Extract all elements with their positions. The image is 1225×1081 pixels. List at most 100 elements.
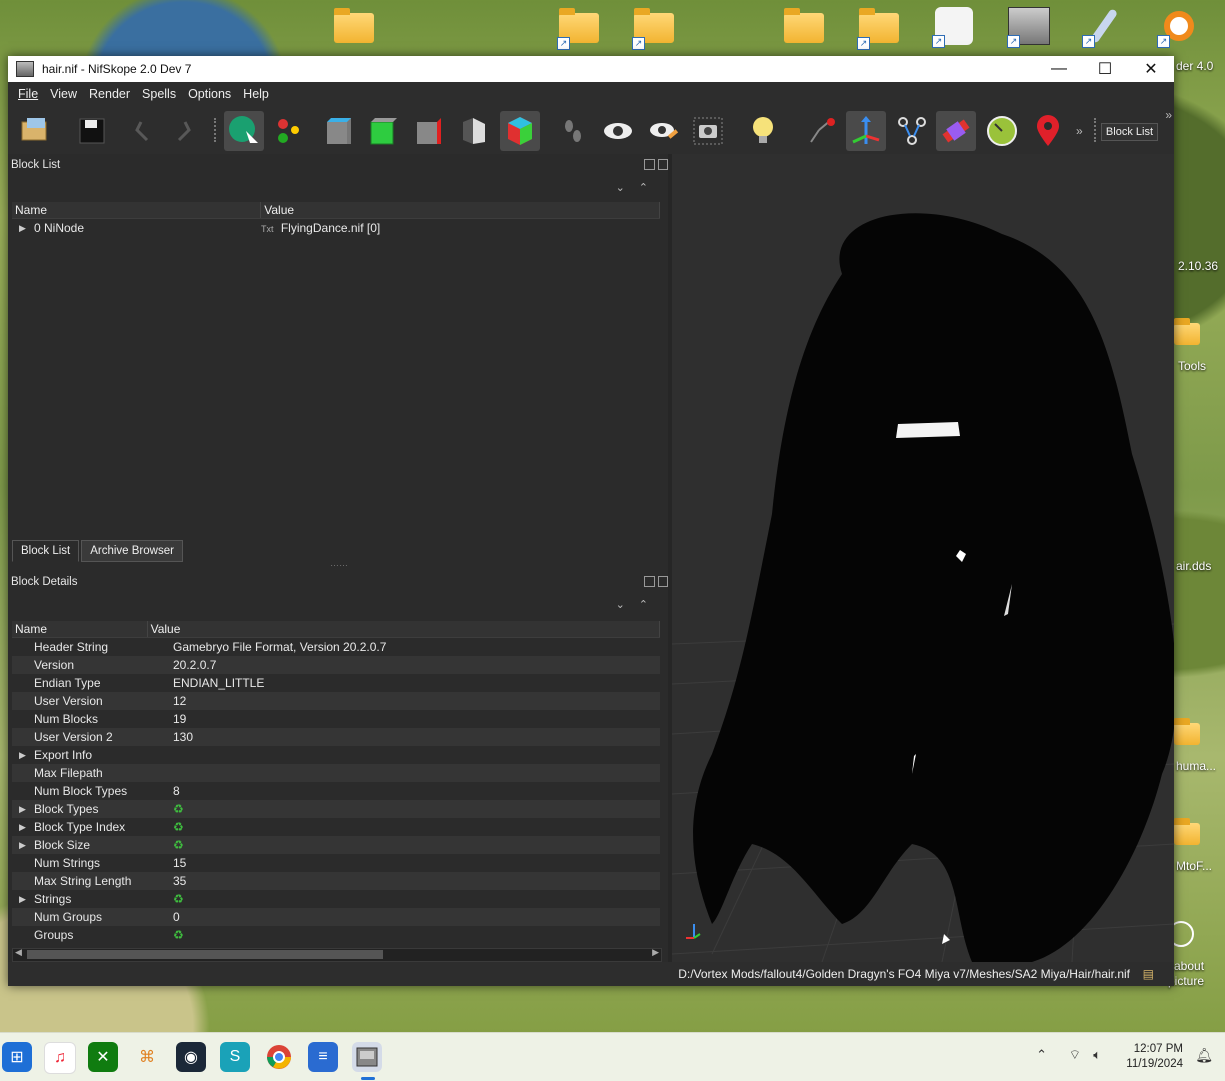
desktop-label[interactable]: air.dds bbox=[1176, 559, 1211, 573]
desktop-label[interactable]: huma... bbox=[1176, 759, 1216, 773]
table-row[interactable]: Num Strings 15 bbox=[12, 854, 660, 872]
close-panel-icon[interactable] bbox=[657, 159, 668, 170]
redo-icon[interactable] bbox=[164, 111, 204, 151]
walk-mode-icon[interactable] bbox=[554, 111, 594, 151]
menu-view[interactable]: View bbox=[44, 87, 83, 101]
view-side-icon[interactable] bbox=[364, 111, 404, 151]
table-row[interactable]: User Version 2 130 bbox=[12, 728, 660, 746]
table-row[interactable]: Version 20.2.0.7 bbox=[12, 656, 660, 674]
table-row[interactable]: Max Filepath bbox=[12, 764, 660, 782]
viewport-canvas[interactable] bbox=[672, 154, 1174, 962]
desktop-label[interactable]: der 4.0 bbox=[1176, 59, 1213, 73]
horizontal-scrollbar[interactable]: ◀ ▶ bbox=[12, 947, 662, 962]
table-row[interactable]: ▶ Block Types ♻ bbox=[12, 800, 660, 818]
splitter-handle[interactable]: …… bbox=[330, 558, 348, 568]
show-nodes-icon[interactable] bbox=[892, 111, 932, 151]
table-row[interactable]: ▶ Strings ♻ bbox=[12, 890, 660, 908]
render-viewport[interactable] bbox=[672, 154, 1174, 962]
desktop-label[interactable]: MtoF... bbox=[1176, 859, 1212, 873]
desktop-folder-icon[interactable] bbox=[1172, 314, 1202, 354]
desktop-folder-icon[interactable] bbox=[1172, 714, 1202, 754]
select-vertex-icon[interactable] bbox=[270, 111, 310, 151]
table-row[interactable]: Endian Type ENDIAN_LITTLE bbox=[12, 674, 660, 692]
title-bar[interactable]: hair.nif - NifSkope 2.0 Dev 7 — ☐ ✕ bbox=[8, 56, 1174, 82]
scroll-right-icon[interactable]: ▶ bbox=[652, 947, 659, 958]
column-header-name[interactable]: Name bbox=[12, 621, 148, 637]
toolbar-grip[interactable] bbox=[214, 118, 219, 142]
edit-visibility-eye-icon[interactable] bbox=[644, 111, 684, 151]
table-row[interactable]: Num Groups 0 bbox=[12, 908, 660, 926]
scrollbar-thumb[interactable] bbox=[27, 950, 383, 959]
volume-icon[interactable]: 🔈︎ bbox=[1093, 1047, 1101, 1063]
chrome-icon[interactable] bbox=[264, 1042, 294, 1072]
desktop-folder-icon[interactable] bbox=[330, 8, 378, 48]
tab-block-list[interactable]: Block List bbox=[12, 540, 80, 562]
menu-spells[interactable]: Spells bbox=[136, 87, 182, 101]
view-user-icon[interactable] bbox=[500, 111, 540, 151]
hair-mesh[interactable] bbox=[693, 213, 1174, 962]
toolbar-overflow-icon[interactable]: » bbox=[1076, 124, 1083, 138]
table-row[interactable]: Max String Length 35 bbox=[12, 872, 660, 890]
select-object-icon[interactable] bbox=[224, 111, 264, 151]
expand-arrow-icon[interactable]: ▶ bbox=[19, 836, 26, 854]
screenshot-camera-icon[interactable] bbox=[688, 111, 728, 151]
float-icon[interactable] bbox=[644, 576, 655, 587]
xbox-icon[interactable]: ✕ bbox=[88, 1042, 118, 1072]
nifskope-taskbar-icon[interactable] bbox=[352, 1042, 382, 1072]
show-collision-icon[interactable] bbox=[936, 111, 976, 151]
close-button[interactable]: ✕ bbox=[1128, 56, 1174, 82]
table-row[interactable]: ▶ 0 NiNode Txt FlyingDance.nif [0] bbox=[12, 219, 660, 237]
table-row[interactable]: ▶ Export Info bbox=[12, 746, 660, 764]
table-row[interactable]: ▶ Block Size ♻ bbox=[12, 836, 660, 854]
collapse-expand-all-icon[interactable]: ⌄⌃ bbox=[616, 181, 662, 194]
block-list-toolbar-button[interactable]: Block List bbox=[1100, 123, 1158, 141]
show-hidden-icons-chevron-icon[interactable]: ⌃ bbox=[1036, 1047, 1047, 1063]
clock[interactable]: 12:07 PM 11/19/2024 bbox=[1126, 1042, 1183, 1072]
minimize-button[interactable]: — bbox=[1036, 56, 1082, 82]
view-perspective-icon[interactable] bbox=[454, 111, 494, 151]
float-icon[interactable] bbox=[644, 159, 655, 170]
notification-bell-icon[interactable]: 🔔︎ bbox=[1195, 1047, 1213, 1064]
table-row[interactable]: Num Blocks 19 bbox=[12, 710, 660, 728]
open-file-icon[interactable] bbox=[16, 111, 56, 151]
desktop-app-shortcut-icon[interactable]: ↗ bbox=[930, 6, 978, 48]
itunes-icon[interactable]: ♫ bbox=[44, 1042, 76, 1074]
table-row[interactable]: Num Block Types 8 bbox=[12, 782, 660, 800]
desktop-label[interactable]: 2.10.36 bbox=[1178, 259, 1218, 273]
expand-arrow-icon[interactable]: ▶ bbox=[19, 219, 26, 237]
lighting-bulb-icon[interactable] bbox=[744, 111, 784, 151]
menu-file[interactable]: File bbox=[12, 87, 44, 101]
desktop-folder-shortcut-icon[interactable]: ↗ bbox=[855, 8, 903, 50]
scroll-left-icon[interactable]: ◀ bbox=[15, 947, 22, 958]
show-axes-pin-icon[interactable] bbox=[802, 111, 842, 151]
desktop-folder-shortcut-icon[interactable]: ↗ bbox=[555, 8, 603, 50]
menu-help[interactable]: Help bbox=[237, 87, 275, 101]
expand-arrow-icon[interactable]: ▶ bbox=[19, 818, 26, 836]
save-file-icon[interactable] bbox=[72, 111, 112, 151]
notepad-icon[interactable]: ≡ bbox=[308, 1042, 338, 1072]
view-front-icon[interactable] bbox=[320, 111, 360, 151]
view-back-icon[interactable] bbox=[410, 111, 450, 151]
expand-arrow-icon[interactable]: ▶ bbox=[19, 890, 26, 908]
panel-float-close-buttons[interactable] bbox=[644, 159, 668, 170]
tab-archive-browser[interactable]: Archive Browser bbox=[81, 540, 183, 562]
steam-icon[interactable]: ◉ bbox=[176, 1042, 206, 1072]
expand-arrow-icon[interactable]: ▶ bbox=[19, 746, 26, 764]
show-markers-pin-icon[interactable] bbox=[1028, 111, 1068, 151]
collapse-expand-all-icon[interactable]: ⌄⌃ bbox=[616, 598, 662, 611]
desktop-label[interactable]: Tools bbox=[1178, 359, 1206, 373]
folder-icon[interactable]: ▤ bbox=[1143, 967, 1154, 981]
undo-icon[interactable] bbox=[122, 111, 162, 151]
surfshark-icon[interactable]: S bbox=[220, 1042, 250, 1072]
table-row[interactable]: Header String Gamebryo File Format, Versi… bbox=[12, 638, 660, 656]
column-header-value[interactable]: Value bbox=[261, 202, 660, 218]
show-constraints-icon[interactable] bbox=[982, 111, 1022, 151]
panel-float-close-buttons[interactable] bbox=[644, 576, 668, 587]
desktop-folder-shortcut-icon[interactable]: ↗ bbox=[630, 8, 678, 50]
wifi-icon[interactable]: ⌔ bbox=[1069, 1047, 1081, 1063]
table-row[interactable]: User Version 12 bbox=[12, 692, 660, 710]
menu-render[interactable]: Render bbox=[83, 87, 136, 101]
menu-options[interactable]: Options bbox=[182, 87, 237, 101]
show-axes-icon[interactable] bbox=[846, 111, 886, 151]
app-tornado-icon[interactable]: ⌘ bbox=[132, 1042, 162, 1072]
